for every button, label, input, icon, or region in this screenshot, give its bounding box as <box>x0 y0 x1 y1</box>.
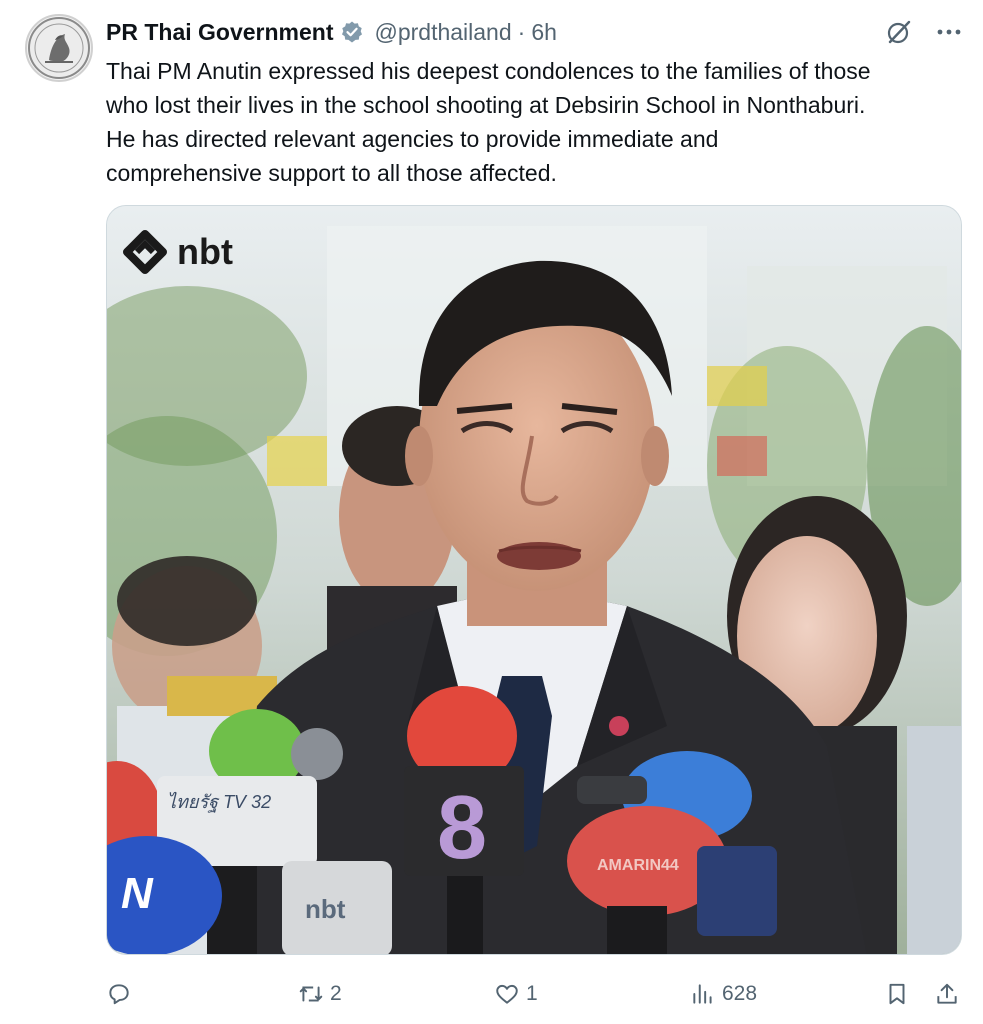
mic-label-n: N <box>121 869 154 918</box>
share-button[interactable] <box>934 976 960 1012</box>
mic-label-amarin: AMARIN44 <box>597 857 679 874</box>
views-icon <box>693 984 712 1004</box>
author-name[interactable]: PR Thai Government <box>106 19 333 46</box>
like-icon <box>496 984 518 1004</box>
share-icon <box>937 983 957 1004</box>
tweet-text-line: He has directed relevant agencies to pro… <box>106 126 719 152</box>
views-button[interactable]: 628 <box>690 976 757 1012</box>
tweet-photo[interactable]: ไทยรัฐ TV 32 N nbt 8 AMARIN44 nbt <box>106 205 962 955</box>
avatar[interactable] <box>25 14 93 82</box>
reply-button[interactable] <box>106 976 138 1012</box>
press-photo: ไทยรัฐ TV 32 N nbt 8 AMARIN44 nbt <box>107 206 961 954</box>
author-handle[interactable]: @prdthailand <box>374 19 511 46</box>
reply-icon <box>109 984 129 1005</box>
tweet-header: PR Thai Government @prdthailand · 6h <box>106 16 557 48</box>
more-icon[interactable] <box>935 18 963 46</box>
tweet-text-line: who lost their lives in the school shoot… <box>106 92 866 118</box>
views-count: 628 <box>722 982 758 1005</box>
mic-label-ch8: 8 <box>437 778 487 878</box>
bookmark-button[interactable] <box>884 976 910 1012</box>
grok-icon[interactable] <box>885 18 913 46</box>
retweet-count: 2 <box>330 982 342 1005</box>
like-button[interactable]: 1 <box>494 976 538 1012</box>
separator-dot: · <box>517 18 526 45</box>
tweet-text-line: Thai PM Anutin expressed his deepest con… <box>106 58 871 84</box>
top-actions <box>885 18 963 46</box>
verified-badge-icon <box>340 20 364 44</box>
avatar-emblem-icon <box>28 17 90 79</box>
mic-label-tnews: ไทยรัฐ TV 32 <box>167 791 271 813</box>
retweet-icon <box>299 986 323 1002</box>
like-count: 1 <box>526 982 538 1005</box>
action-bar: 2 1 628 <box>106 976 966 1012</box>
retweet-button[interactable]: 2 <box>298 976 342 1012</box>
watermark-text: nbt <box>177 231 233 272</box>
tweet-text: Thai PM Anutin expressed his deepest con… <box>106 54 966 190</box>
tweet-text-line: comprehensive support to all those affec… <box>106 160 557 186</box>
mic-label-nbt: nbt <box>305 894 346 924</box>
timestamp[interactable]: 6h <box>531 19 557 46</box>
bookmark-icon <box>889 983 905 1005</box>
